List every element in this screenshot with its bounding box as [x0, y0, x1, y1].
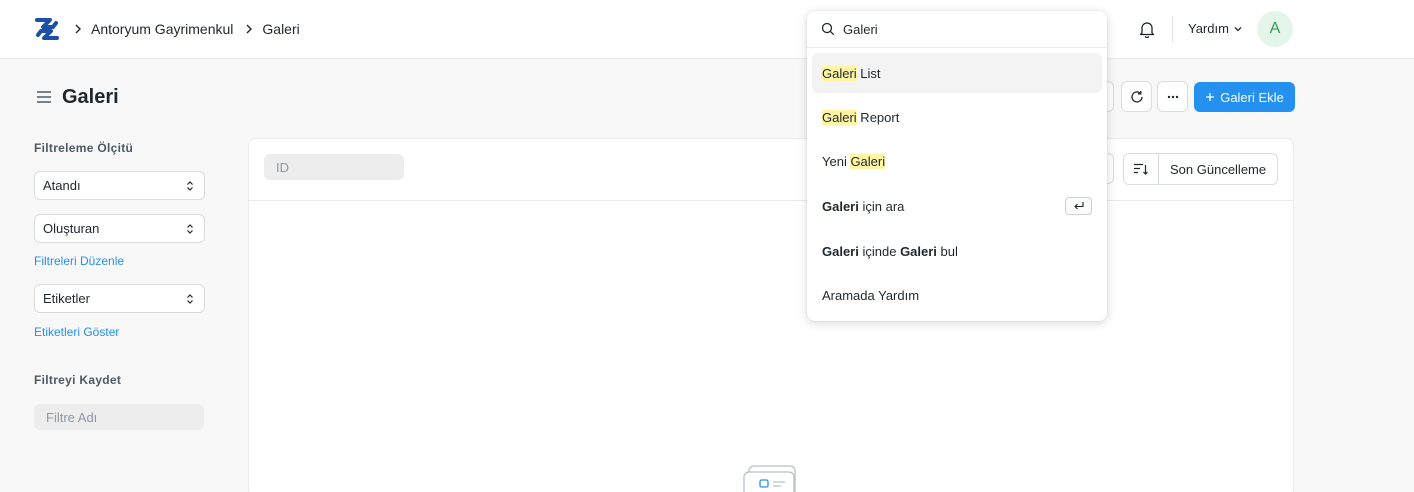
- search-bar: [807, 11, 1107, 48]
- assigned-to-label: Atandı: [43, 178, 81, 193]
- id-filter-input[interactable]: ID: [264, 154, 404, 180]
- add-gallery-button[interactable]: Galeri Ekle: [1194, 82, 1295, 112]
- navbar: Antoryum Gayrimenkul Galeri Yardım A: [0, 0, 1414, 59]
- breadcrumb: Antoryum Gayrimenkul Galeri: [72, 20, 300, 38]
- add-gallery-label: Galeri Ekle: [1220, 89, 1284, 105]
- enter-key-icon: [1073, 202, 1084, 210]
- app-logo-icon[interactable]: [34, 16, 60, 42]
- list-card: ID Son Güncelleme: [248, 138, 1294, 492]
- search-input[interactable]: [843, 21, 1073, 37]
- page-title: Galeri: [62, 85, 119, 108]
- card-divider: [249, 200, 1293, 201]
- navbar-divider: [1172, 16, 1173, 42]
- enter-key-icon: [1065, 197, 1092, 215]
- save-filter-heading: Filtreyi Kaydet: [34, 373, 122, 387]
- result-text: Report: [856, 109, 900, 125]
- help-dropdown[interactable]: Yardım: [1188, 21, 1243, 36]
- search-result-search-for[interactable]: Galeri için ara: [812, 186, 1102, 226]
- search-result-galeri-report[interactable]: Galeri Report: [812, 97, 1102, 137]
- result-text: Yeni: [822, 153, 851, 169]
- select-caret-icon: [187, 180, 193, 191]
- edit-filters-link[interactable]: Filtreleri Düzenle: [34, 254, 124, 268]
- created-by-label: Oluşturan: [43, 221, 100, 236]
- sort-direction-button[interactable]: [1124, 154, 1159, 184]
- tags-select[interactable]: Etiketler: [34, 284, 205, 313]
- empty-state-icon: [743, 465, 796, 492]
- show-tags-link[interactable]: Etiketleri Göster: [34, 325, 119, 339]
- result-text: List: [856, 65, 881, 81]
- search-dropdown: Galeri List Galeri Report Yeni Galeri Ga…: [807, 11, 1107, 321]
- chevron-right-icon: [75, 24, 81, 34]
- result-highlight: Galeri: [822, 109, 857, 125]
- filter-heading: Filtreleme Ölçitü: [34, 141, 134, 155]
- select-caret-icon: [187, 223, 193, 234]
- plus-icon: [1206, 93, 1215, 101]
- more-actions-button[interactable]: [1157, 81, 1188, 112]
- result-text: içinde: [858, 243, 901, 259]
- result-text: bul: [936, 243, 958, 259]
- result-bold: Galeri: [900, 243, 937, 259]
- result-highlight: Galeri: [822, 65, 857, 81]
- search-result-new-galeri[interactable]: Yeni Galeri: [812, 141, 1102, 181]
- sort-field-button[interactable]: Son Güncelleme: [1159, 154, 1277, 184]
- menu-icon[interactable]: [34, 87, 54, 107]
- filter-name-input[interactable]: Filtre Adı: [34, 404, 204, 430]
- refresh-button[interactable]: [1121, 81, 1152, 112]
- assigned-to-select[interactable]: Atandı: [34, 171, 205, 200]
- result-bold: Galeri: [822, 243, 859, 259]
- breadcrumb-current[interactable]: Galeri: [262, 21, 299, 37]
- search-result-help[interactable]: Aramada Yardım: [812, 275, 1102, 315]
- result-text: Aramada Yardım: [822, 287, 920, 303]
- page-head: Galeri: [34, 82, 119, 112]
- bell-icon[interactable]: [1137, 19, 1157, 39]
- chevron-down-icon: [1234, 26, 1242, 31]
- tags-label: Etiketler: [43, 291, 90, 306]
- select-caret-icon: [187, 293, 193, 304]
- refresh-icon: [1130, 90, 1143, 103]
- sort-selector: Son Güncelleme: [1123, 153, 1279, 185]
- search-icon: [821, 22, 835, 36]
- chevron-right-icon: [246, 24, 253, 34]
- created-by-select[interactable]: Oluşturan: [34, 214, 205, 243]
- help-label: Yardım: [1188, 21, 1229, 36]
- breadcrumb-workspace[interactable]: Antoryum Gayrimenkul: [91, 21, 233, 37]
- search-result-galeri-list[interactable]: Galeri List: [812, 53, 1102, 93]
- sort-icon: [1134, 163, 1148, 175]
- result-text: için ara: [858, 198, 905, 214]
- more-icon: [1167, 95, 1178, 98]
- result-bold: Galeri: [822, 198, 859, 214]
- search-result-find-in[interactable]: Galeri içinde Galeri bul: [812, 231, 1102, 271]
- result-highlight: Galeri: [850, 153, 886, 169]
- avatar[interactable]: A: [1257, 11, 1293, 47]
